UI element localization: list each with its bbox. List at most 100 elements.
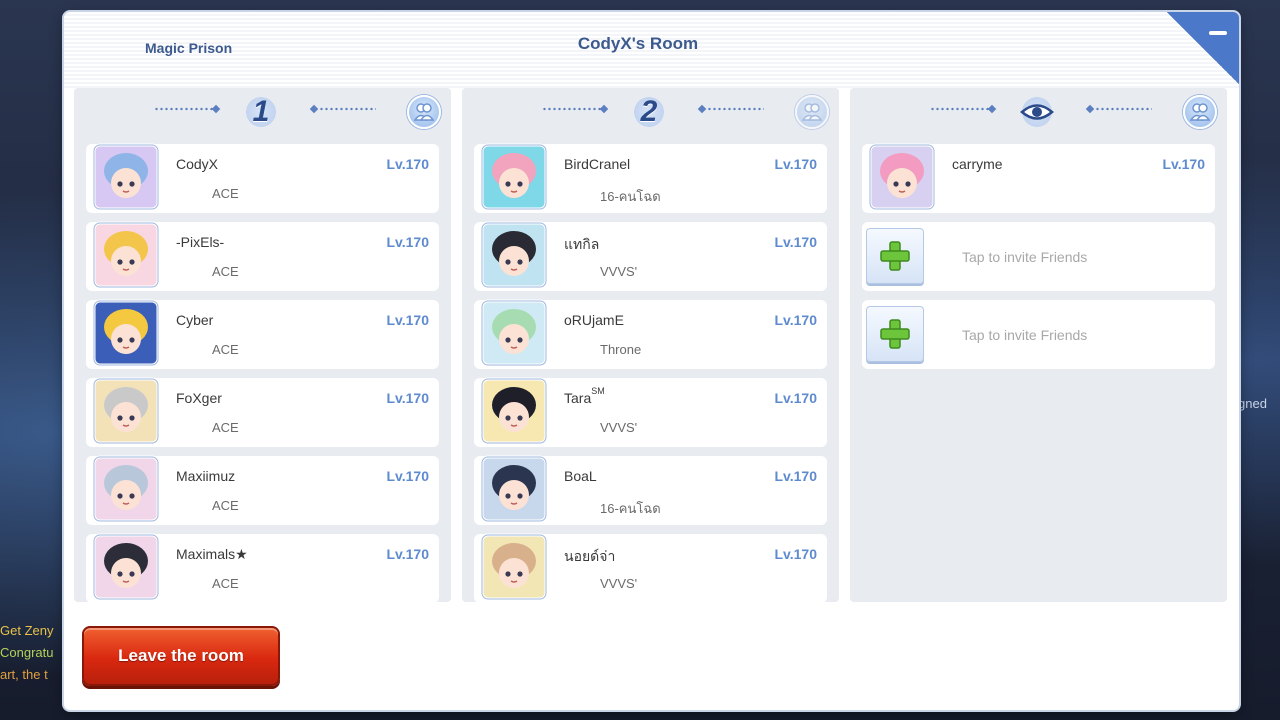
chat-line: Congratu: [0, 645, 54, 660]
player-guild: VVVS': [600, 264, 638, 279]
invite-label: Tap to invite Friends: [962, 248, 1088, 265]
player-name-text: Maximals★: [176, 546, 248, 562]
player-name-text: oRUjamE: [564, 312, 624, 328]
invite-slot[interactable]: Tap to invite Friends: [862, 222, 1215, 291]
divider-dots: [702, 107, 764, 111]
player-name-text: แทกิล: [564, 236, 600, 252]
player-slot[interactable]: BirdCranel 16-คนโฉด Lv.170: [474, 141, 827, 213]
spectator-badge: [1010, 91, 1064, 133]
player-name: CodyX: [176, 156, 218, 172]
player-name: carryme: [952, 156, 1003, 172]
player-slot[interactable]: Cyber ACE Lv.170: [86, 297, 439, 369]
player-avatar[interactable]: [478, 141, 550, 213]
player-level: Lv.170: [386, 468, 429, 484]
player-guild: ACE: [212, 342, 239, 357]
team-number-badge: 1: [234, 91, 288, 133]
divider-dots: [154, 107, 216, 111]
player-slot[interactable]: Maxiimuz ACE Lv.170: [86, 453, 439, 525]
player-avatar[interactable]: [478, 453, 550, 525]
player-avatar[interactable]: [478, 375, 550, 447]
invite-plus-button[interactable]: [866, 306, 924, 362]
player-avatar[interactable]: [478, 297, 550, 369]
player-avatar[interactable]: [90, 531, 162, 603]
player-name-text: Tara: [564, 390, 592, 406]
player-avatar[interactable]: [90, 375, 162, 447]
player-name: นอยด์จ่า: [564, 546, 615, 568]
player-guild: Throne: [600, 342, 642, 357]
player-slot[interactable]: แทกิล VVVS' Lv.170: [474, 219, 827, 291]
background-right-label: gned: [1238, 396, 1267, 411]
player-level: Lv.170: [774, 390, 817, 406]
player-guild: ACE: [212, 264, 239, 279]
plus-icon: [880, 241, 910, 271]
team-1-panel: 1 CodyX ACE Lv.170 -PixEls- ACE Lv.170 C…: [74, 88, 451, 603]
player-avatar[interactable]: [90, 141, 162, 213]
player-name-text: Maxiimuz: [176, 468, 236, 484]
player-level: Lv.170: [386, 546, 429, 562]
player-guild: VVVS': [600, 576, 638, 591]
player-name-text: CodyX: [176, 156, 219, 172]
player-avatar[interactable]: [478, 219, 550, 291]
player-slot[interactable]: BoaL 16-คนโฉด Lv.170: [474, 453, 827, 525]
player-avatar[interactable]: [90, 453, 162, 525]
friends-icon[interactable]: [795, 95, 829, 129]
plus-icon: [880, 319, 910, 349]
player-guild: VVVS': [600, 420, 638, 435]
player-name: Cyber: [176, 312, 213, 328]
player-level: Lv.170: [386, 234, 429, 250]
player-level: Lv.170: [774, 468, 817, 484]
divider-dots: [930, 107, 992, 111]
player-avatar[interactable]: [866, 141, 938, 213]
team-1-header: 1: [74, 88, 451, 134]
player-avatar[interactable]: [478, 531, 550, 603]
friends-icon[interactable]: [407, 95, 441, 129]
player-guild: ACE: [212, 186, 239, 201]
room-title: CodyX's Room: [577, 34, 699, 53]
team-number: 2: [640, 95, 658, 128]
player-name-text: BoaL: [564, 468, 597, 484]
player-guild: ACE: [212, 576, 239, 591]
invite-label: Tap to invite Friends: [962, 326, 1088, 343]
player-name: oRUjamE: [564, 312, 624, 328]
spectator-panel: carryme Lv.170 Tap to invite Friends Tap …: [850, 88, 1227, 602]
minimize-button[interactable]: [1167, 12, 1239, 84]
player-slot[interactable]: oRUjamE Throne Lv.170: [474, 297, 827, 369]
eye-icon: [1020, 104, 1054, 120]
player-slot[interactable]: TaraSM VVVS' Lv.170: [474, 375, 827, 447]
player-avatar[interactable]: [90, 219, 162, 291]
team-2-header: 2: [462, 88, 839, 134]
player-guild: 16-คนโฉด: [600, 189, 661, 204]
player-level: Lv.170: [386, 390, 429, 406]
divider-dots: [542, 107, 604, 111]
player-name: TaraSM: [564, 386, 605, 406]
player-level: Lv.170: [386, 156, 429, 172]
player-avatar[interactable]: [90, 297, 162, 369]
player-slot[interactable]: นอยด์จ่า VVVS' Lv.170: [474, 531, 827, 603]
player-level: Lv.170: [774, 312, 817, 328]
friends-icon[interactable]: [1183, 95, 1217, 129]
invite-plus-button[interactable]: [866, 228, 924, 284]
team-number-badge: 2: [622, 91, 676, 133]
spectator-header: [850, 88, 1227, 134]
player-guild: 16-คนโฉด: [600, 501, 661, 516]
player-name-text: FoXger: [176, 390, 222, 406]
player-level: Lv.170: [774, 156, 817, 172]
player-level: Lv.170: [774, 234, 817, 250]
chat-line: art, the t: [0, 667, 48, 682]
player-name: แทกิล: [564, 234, 599, 256]
leave-room-button[interactable]: Leave the room: [82, 626, 280, 686]
minimize-icon: [1209, 31, 1227, 35]
player-slot[interactable]: Maximals★ ACE Lv.170: [86, 531, 439, 603]
team-number: 1: [252, 95, 270, 128]
background-chat-log: Get Zeny Congratu art, the t: [0, 620, 64, 686]
player-guild: ACE: [212, 420, 239, 435]
player-slot[interactable]: -PixEls- ACE Lv.170: [86, 219, 439, 291]
chat-line: Get Zeny: [0, 623, 54, 638]
player-name-text: BirdCranel: [564, 156, 631, 172]
player-slot[interactable]: CodyX ACE Lv.170: [86, 141, 439, 213]
player-name-text: Cyber: [176, 312, 214, 328]
player-name-suffix: SM: [591, 386, 605, 396]
player-slot[interactable]: carryme Lv.170: [862, 141, 1215, 213]
invite-slot[interactable]: Tap to invite Friends: [862, 300, 1215, 369]
player-slot[interactable]: FoXger ACE Lv.170: [86, 375, 439, 447]
